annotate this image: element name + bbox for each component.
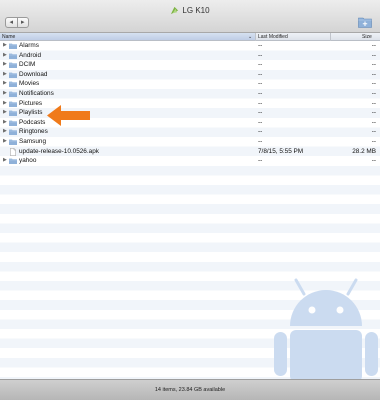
item-name: Download: [19, 70, 48, 78]
item-size: --: [371, 109, 376, 117]
window-title-text: LG K10: [182, 6, 210, 15]
list-item[interactable]: ▶ Alarms -- --: [0, 41, 380, 51]
disclosure-triangle-icon[interactable]: ▶: [3, 157, 7, 163]
item-name: Movies: [19, 80, 40, 88]
item-name: yahoo: [19, 157, 37, 165]
list-item[interactable]: ▶ Android -- --: [0, 51, 380, 61]
list-item[interactable]: ▶ yahoo -- --: [0, 156, 380, 166]
column-divider[interactable]: [330, 33, 331, 41]
list-item[interactable]: ▶ Download -- --: [0, 70, 380, 80]
item-size: --: [371, 118, 376, 126]
android-file-transfer-window: LG K10 ◂ ▸ Name ⌄ Last Modified Size ▶ A…: [0, 0, 380, 400]
item-name: Podcasts: [19, 118, 46, 126]
sort-descending-icon: ⌄: [248, 34, 253, 40]
title-bar: LG K10 ◂ ▸: [0, 0, 380, 33]
item-size: --: [371, 128, 376, 136]
item-modified: --: [258, 42, 263, 49]
item-modified: --: [258, 109, 263, 117]
disclosure-triangle-icon[interactable]: ▶: [3, 90, 7, 96]
disclosure-triangle-icon[interactable]: ▶: [3, 109, 7, 115]
item-modified: 7/8/15, 5:55 PM: [258, 147, 304, 155]
folder-icon: [9, 91, 17, 97]
item-name: Pictures: [19, 99, 43, 107]
folder-icon: [9, 129, 17, 136]
disclosure-triangle-icon[interactable]: ▶: [3, 128, 7, 134]
disclosure-triangle-icon[interactable]: ▶: [3, 52, 7, 58]
disclosure-triangle-icon[interactable]: ▶: [3, 80, 7, 86]
list-item[interactable]: ▶ Notifications -- --: [0, 89, 380, 99]
folder-icon: [9, 120, 17, 126]
disclosure-triangle-icon[interactable]: ▶: [3, 71, 7, 77]
item-size: --: [371, 137, 376, 145]
name-column-sort-highlight: [0, 33, 255, 40]
folder-icon: [9, 101, 17, 107]
item-modified: --: [258, 137, 263, 145]
folder-icon: [9, 62, 17, 69]
folder-icon: [9, 72, 17, 78]
list-item[interactable]: ▶ Movies -- --: [0, 79, 380, 89]
android-file-transfer-icon: [171, 6, 179, 15]
status-text: 14 items, 23.84 GB available: [154, 387, 226, 393]
folder-icon: [9, 139, 17, 145]
disclosure-triangle-icon[interactable]: ▶: [3, 100, 7, 106]
disclosure-triangle-icon[interactable]: ▶: [3, 42, 7, 48]
list-item[interactable]: ▶ Ringtones -- --: [0, 127, 380, 137]
item-modified: --: [258, 128, 263, 136]
orange-arrow-pointer: [47, 105, 90, 126]
status-bar: 14 items, 23.84 GB available: [0, 379, 380, 400]
list-item[interactable]: update-release-10.0526.apk 7/8/15, 5:55 …: [0, 147, 380, 157]
item-modified: --: [258, 99, 263, 107]
item-modified: --: [258, 157, 263, 165]
disclosure-triangle-icon[interactable]: ▶: [3, 119, 7, 125]
item-size: --: [371, 157, 376, 165]
list-item[interactable]: ▶ Samsung -- --: [0, 137, 380, 147]
window-title: LG K10: [0, 6, 380, 15]
forward-button[interactable]: ▸: [16, 18, 29, 27]
folder-icon: [9, 53, 17, 59]
item-name: Ringtones: [19, 128, 48, 136]
item-name: Samsung: [19, 137, 46, 145]
folder-icon: [9, 158, 17, 165]
item-name: Notifications: [19, 89, 54, 97]
item-name: Playlists: [19, 109, 43, 117]
column-size[interactable]: Size: [362, 34, 372, 40]
folder-icon: [9, 43, 17, 49]
item-name: Android: [19, 51, 42, 59]
item-size: --: [371, 80, 376, 88]
disclosure-triangle-icon[interactable]: ▶: [3, 138, 7, 144]
column-header: Name ⌄ Last Modified Size: [0, 33, 380, 41]
item-modified: --: [258, 89, 263, 97]
item-name: update-release-10.0526.apk: [19, 147, 99, 155]
item-size: --: [371, 89, 376, 97]
column-divider[interactable]: [255, 33, 256, 41]
item-size: --: [371, 70, 376, 78]
item-size: 28.2 MB: [352, 147, 376, 155]
item-modified: --: [258, 118, 263, 126]
item-modified: --: [258, 80, 263, 88]
item-size: --: [371, 42, 376, 49]
back-button[interactable]: ◂: [6, 18, 17, 27]
folder-icon: [9, 81, 17, 88]
item-name: DCIM: [19, 61, 36, 69]
navigation-buttons: ◂ ▸: [5, 17, 29, 28]
item-size: --: [371, 51, 376, 59]
file-icon: [10, 147, 16, 156]
item-modified: --: [258, 51, 263, 59]
item-modified: --: [258, 70, 263, 78]
item-size: --: [371, 99, 376, 107]
list-item[interactable]: ▶ DCIM -- --: [0, 60, 380, 70]
item-size: --: [371, 61, 376, 69]
column-last-modified[interactable]: Last Modified: [258, 34, 288, 40]
new-folder-icon[interactable]: [358, 16, 372, 28]
item-name: Alarms: [19, 42, 39, 49]
disclosure-triangle-icon[interactable]: ▶: [3, 61, 7, 67]
item-modified: --: [258, 61, 263, 69]
folder-icon: [9, 110, 17, 117]
android-robot-icon: [274, 278, 378, 388]
column-name[interactable]: Name: [2, 34, 15, 40]
